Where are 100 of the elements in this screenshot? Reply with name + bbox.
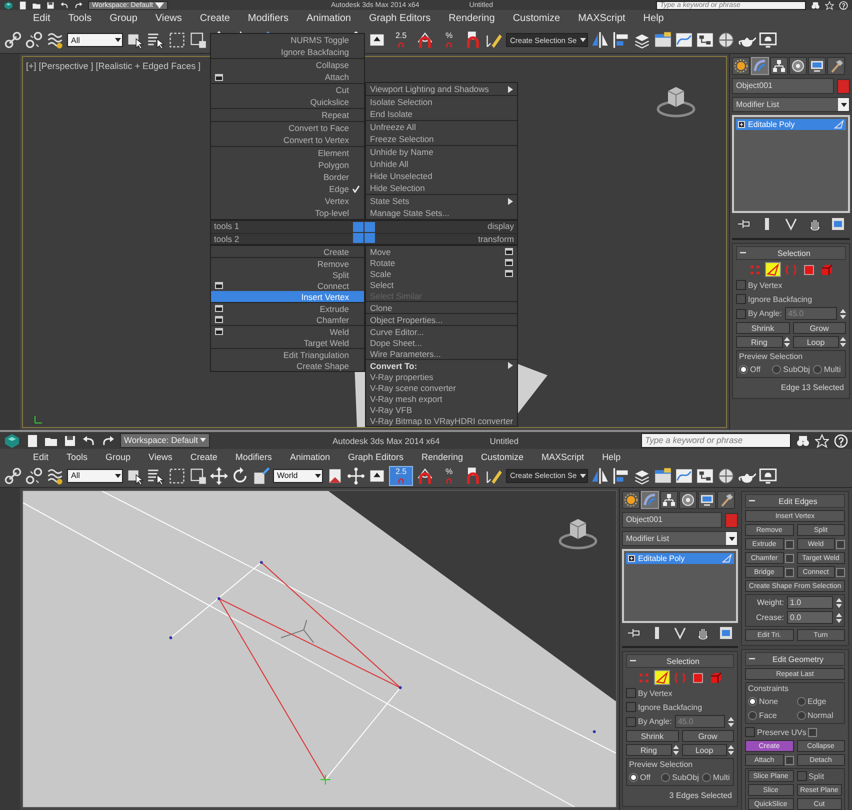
menu-item[interactable]: Scale [366,268,517,279]
monitor-teapot-icon[interactable] [759,466,777,484]
options-button[interactable] [836,540,845,548]
menu-item[interactable]: Repeat [211,109,364,121]
menu-item[interactable]: V-Ray scene converter [366,382,517,393]
menu-item[interactable]: Create [190,13,239,24]
menu-item[interactable]: Extrude [211,303,364,314]
panel-tab[interactable] [789,57,807,75]
menu-item[interactable]: Help [593,452,630,462]
graph-window-icon[interactable] [675,466,693,484]
menu-item[interactable]: MAXScript [569,13,634,24]
checkbox[interactable] [626,688,636,698]
angle-magnet-icon[interactable] [416,31,434,49]
menu-item[interactable]: Views [140,452,182,462]
menu-item[interactable]: Unhide by Name [366,146,517,158]
options-button[interactable] [836,568,845,576]
schematic-icon[interactable] [696,466,714,484]
undo-icon[interactable] [82,434,96,448]
menu-item[interactable]: Vertex [211,195,364,207]
move-arrows-icon[interactable] [210,466,228,484]
selection-filter-dropdown[interactable]: All [67,468,123,482]
pin-icon[interactable] [736,217,751,231]
angle-magnet-icon[interactable] [416,466,434,484]
menu-item[interactable]: Create [211,246,364,257]
options-button[interactable] [784,540,794,548]
app-logo-icon[interactable] [4,0,13,10]
menu-item[interactable]: Tools [59,13,101,24]
color-swatch[interactable] [837,78,850,94]
document-icon[interactable] [18,0,27,10]
rollout-header[interactable]: Selection [736,246,846,260]
square-dot-icon[interactable] [189,31,207,49]
spinner-arrows[interactable] [784,336,790,348]
panel-tab[interactable] [827,57,845,75]
spinner-arrows[interactable] [840,336,846,348]
square-dot-icon[interactable] [189,466,207,484]
subobject-toggle[interactable] [819,262,835,277]
document-icon[interactable] [25,434,39,448]
radio-button[interactable] [748,710,757,720]
dashed-square-icon[interactable] [168,31,186,49]
panel-tab[interactable] [698,491,716,509]
star-icon[interactable] [825,0,834,10]
star-icon[interactable] [815,434,830,448]
crosshair-icon[interactable] [347,466,365,484]
menu-item[interactable]: Select [366,279,517,290]
checkbox[interactable] [626,716,636,726]
rollout-header[interactable]: Edit Edges [745,494,845,508]
spinner-arrows[interactable] [840,308,846,320]
spinner-arrows[interactable] [836,596,842,608]
box-arrow-icon[interactable] [252,466,270,484]
menu-item[interactable]: Help [634,13,673,24]
panel-tab[interactable] [679,491,697,509]
menu-item[interactable]: Top-level [211,207,364,219]
subobject-toggle[interactable] [690,670,706,685]
menu-item[interactable]: Convert to Vertex [211,134,364,146]
list-cursor-icon[interactable] [147,31,165,49]
menu-item[interactable]: Unhide All [366,158,517,170]
list-cursor-icon[interactable] [147,466,165,484]
menu-item[interactable]: Create Shape [211,360,364,371]
align-icon[interactable] [612,466,630,484]
menu-item[interactable]: Hide Unselected [366,170,517,182]
menu-item[interactable]: Object Properties... [366,314,517,325]
modifier-list-dropdown[interactable]: Modifier List [622,531,738,546]
app-logo-icon[interactable] [4,434,20,448]
menu-item[interactable]: V-Ray VFB [366,404,517,415]
binoculars-icon[interactable] [811,0,820,10]
menu-item[interactable]: Split [211,269,364,280]
broken-chain-icon[interactable] [25,466,43,484]
workspace-dropdown[interactable]: Workspace: Default [120,432,210,448]
menu-item[interactable]: Target Weld [211,337,364,348]
spinner-arrows[interactable] [728,716,734,728]
menu-item[interactable]: Views [146,13,191,24]
menu-item[interactable]: Attach [211,71,364,83]
mirror-icon[interactable] [591,466,609,484]
menu-item[interactable]: Viewport Lighting and Shadows [366,83,517,95]
menu-item[interactable]: Element [211,147,364,159]
spinner-arrows[interactable] [672,744,678,756]
subobject-toggle[interactable] [654,670,670,685]
menu-item[interactable]: Connect [211,280,364,291]
menu-item[interactable]: Weld [211,326,364,337]
radio-button[interactable] [796,710,806,720]
menu-item[interactable]: V-Ray Bitmap to VRayHDRI converter [366,415,517,426]
chain-link-icon[interactable] [4,31,22,49]
panel-icon[interactable] [719,626,734,640]
name-field[interactable]: Object001 [732,78,834,94]
redo-icon[interactable] [101,434,115,448]
viewport-label[interactable]: [+] [Perspective ] [Realistic + Edged Faces ] [26,61,201,71]
binoculars-icon[interactable] [796,434,810,448]
menu-item[interactable]: Edit Triangulation [211,349,364,360]
menu-item[interactable]: Create [181,452,226,462]
graph-window-icon[interactable] [675,31,693,49]
panel-tab[interactable] [770,57,788,75]
checkbox[interactable] [745,727,755,737]
rollout-header[interactable]: Edit Geometry [745,652,845,666]
menu-item[interactable]: Curve Editor... [366,326,517,337]
checkbox[interactable] [796,771,806,781]
options-button[interactable] [784,756,794,764]
hand-icon[interactable] [808,217,822,231]
menu-item[interactable]: Edge [211,183,364,195]
menu-item[interactable]: Unfreeze All [366,121,517,133]
command-button[interactable]: Grow [682,730,734,742]
